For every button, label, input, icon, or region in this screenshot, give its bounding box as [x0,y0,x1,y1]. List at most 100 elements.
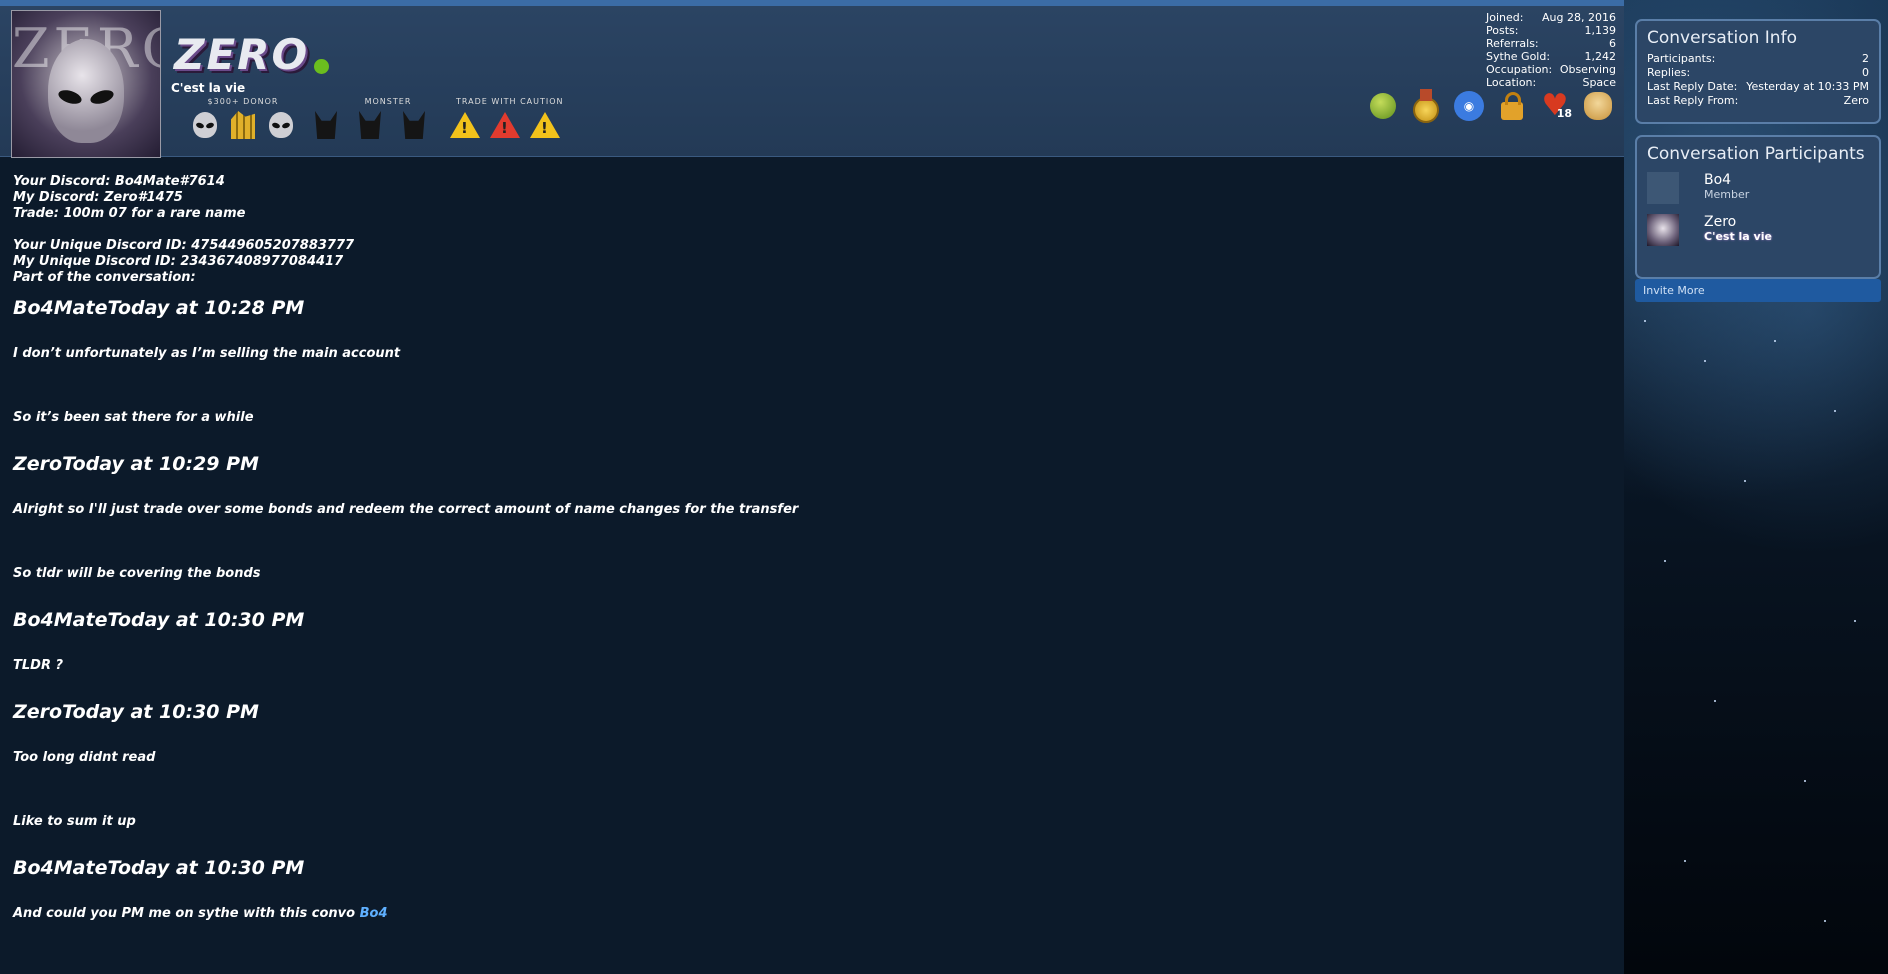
award-row: ◉ ♥ 18 [1366,89,1615,123]
conversation-info-panel: Conversation Info Participants: 2 Replies… [1635,19,1881,124]
badge-label: $300+ DONOR [207,97,279,106]
intro-gap [13,222,1613,238]
intro-line: My Discord: Zero#1475 [13,190,183,205]
chat-heading: ZeroToday at 10:29 PM [13,453,259,475]
stat-label: Referrals: [1486,37,1539,50]
chat-line: Too long didnt read [13,750,156,765]
sidebar: Conversation Info Participants: 2 Replies… [1624,0,1888,974]
info-label: Last Reply From: [1647,94,1739,107]
stat-label: Sythe Gold: [1486,50,1551,63]
star [1834,410,1836,412]
info-value: 2 [1862,52,1869,65]
user-mention-link[interactable]: Bo4 [360,906,388,921]
warning-icon: ! [450,110,480,140]
stat-label: Joined: [1486,11,1524,24]
stat-referrals: Referrals: 6 [1486,37,1616,50]
stat-value: Space [1582,76,1616,89]
alien-icon [266,110,296,140]
info-last-reply-date: Last Reply Date: Yesterday at 10:33 PM [1637,80,1879,94]
chat-line: And could you PM me on sythe with this c… [13,906,356,921]
chat-line: So it’s been sat there for a while [13,410,254,425]
info-value[interactable]: Zero [1844,94,1869,108]
info-last-reply-from: Last Reply From: Zero [1637,94,1879,108]
info-value: Yesterday at 10:33 PM [1746,80,1869,93]
chat-heading: Bo4MateToday at 10:30 PM [13,609,305,631]
badge-label: TRADE WITH CAUTION [456,97,564,106]
participant-subtitle: C'est la vie [1704,230,1772,243]
monster-icon [311,110,341,140]
stat-value: Observing [1559,63,1616,76]
stat-value[interactable]: 1,139 [1585,24,1617,37]
author-avatar[interactable]: ZERO [11,10,161,158]
info-label: Participants: [1647,52,1716,65]
doge-icon[interactable] [1581,89,1615,123]
warning-icon: ! [530,110,560,140]
participant-name[interactable]: Bo4 [1704,172,1749,188]
online-status-icon [314,59,329,74]
participant-bo4[interactable]: Bo4 Member [1637,168,1879,210]
info-label: Last Reply Date: [1647,80,1738,93]
star [1804,780,1806,782]
chat-line: I don’t unfortunately as I’m selling the… [13,346,401,361]
star [1854,620,1856,622]
badge-group-trade-caution: TRADE WITH CAUTION ! ! ! [450,97,564,140]
info-value: 0 [1862,66,1869,79]
info-participants: Participants: 2 [1637,52,1879,66]
intro-line: My Unique Discord ID: 234367408977084417 [13,254,344,269]
heart-icon[interactable]: ♥ 18 [1538,89,1572,123]
stat-label: Posts: [1486,24,1519,37]
intro-line: Your Discord: Bo4Mate#7614 [13,174,225,189]
star [1664,560,1666,562]
message-body: Your Discord: Bo4Mate#7614 My Discord: Z… [13,174,1613,922]
author-stats: Joined: Aug 28, 2016 Posts: 1,139 Referral… [1486,11,1616,89]
info-replies: Replies: 0 [1637,66,1879,80]
participant-zero[interactable]: Zero C'est la vie [1637,210,1879,252]
author-username[interactable]: ZERO [174,30,309,79]
badge-group-monster: MONSTER [311,97,429,140]
chat-line: TLDR ? [13,658,64,673]
badge-label: MONSTER [364,97,412,106]
gold-icon [228,110,258,140]
intro-line: Your Unique Discord ID: 4754496052078837… [13,238,355,253]
alien-icon [190,110,220,140]
author-user-title: C'est la vie [171,81,246,95]
stat-joined: Joined: Aug 28, 2016 [1486,11,1616,24]
discord-icon[interactable]: ◉ [1452,89,1486,123]
stat-posts: Posts: 1,139 [1486,24,1616,37]
star [1714,700,1716,702]
medal-icon[interactable] [1409,89,1443,123]
info-label: Replies: [1647,66,1691,79]
star [1744,480,1746,482]
chat-heading: ZeroToday at 10:30 PM [13,701,259,723]
stat-value: 1,242 [1584,50,1617,63]
conversation-participants-panel: Conversation Participants Bo4 Member Zer… [1635,135,1881,279]
star [1824,920,1826,922]
conversation-info-title: Conversation Info [1647,28,1797,48]
chat-line: Alright so I'll just trade over some bon… [13,502,799,517]
star [1644,320,1646,322]
chat-line: So tldr will be covering the bonds [13,566,261,581]
chat-heading: Bo4MateToday at 10:30 PM [13,857,305,879]
intro-line: Trade: 100m 07 for a rare name [13,206,246,221]
participant-name[interactable]: Zero [1704,214,1772,230]
heart-count: 18 [1556,107,1572,120]
potion-icon[interactable] [1366,89,1400,123]
chat-line: Like to sum it up [13,814,136,829]
invite-more-button[interactable]: Invite More [1635,279,1881,302]
star [1684,860,1686,862]
warning-red-icon: ! [490,110,520,140]
star [1774,340,1776,342]
star [1704,360,1706,362]
conversation-participants-title: Conversation Participants [1647,144,1865,164]
lock-icon[interactable] [1495,89,1529,123]
participant-avatar[interactable] [1647,214,1679,246]
stat-sythe-gold: Sythe Gold: 1,242 [1486,50,1616,63]
intro-line: Part of the conversation: [13,270,196,285]
stat-label: Location: [1486,76,1537,89]
participant-avatar[interactable] [1647,172,1679,204]
monster-icon [399,110,429,140]
stat-value: Aug 28, 2016 [1542,11,1616,24]
